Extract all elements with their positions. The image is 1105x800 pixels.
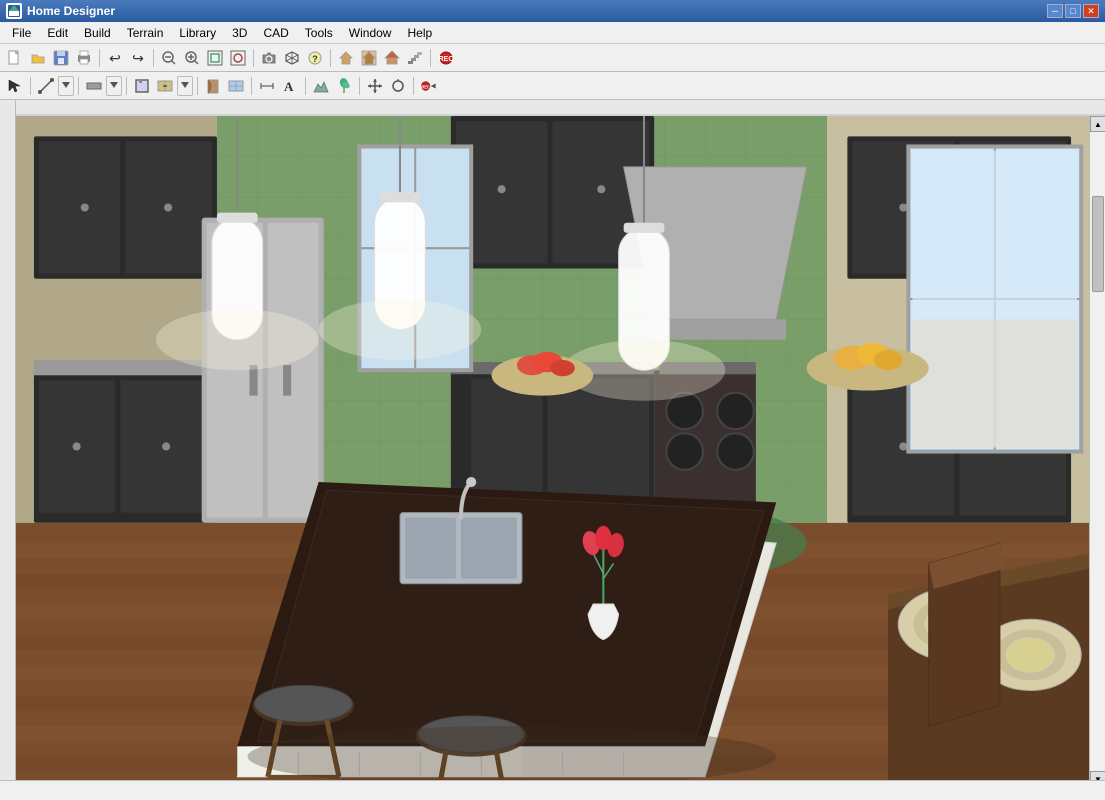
redo-button[interactable]: ↪ — [127, 47, 149, 69]
menu-edit[interactable]: Edit — [39, 24, 76, 42]
svg-text:?: ? — [312, 54, 318, 64]
canvas-section: // ruler ticks — [0, 100, 1105, 780]
menu-library[interactable]: Library — [171, 24, 224, 42]
menu-3d[interactable]: 3D — [224, 24, 255, 42]
sep1 — [99, 49, 100, 67]
3d-view-button[interactable] — [281, 47, 303, 69]
sep5 — [430, 49, 431, 67]
transform-button[interactable] — [387, 75, 409, 97]
menu-build[interactable]: Build — [76, 24, 119, 42]
new-button[interactable] — [4, 47, 26, 69]
scroll-up-button[interactable]: ▲ — [1090, 116, 1105, 132]
camera-button[interactable] — [258, 47, 280, 69]
ruler-vertical: // ruler ticks — [0, 100, 16, 780]
title-bar-left: Home Designer — [6, 3, 115, 19]
draw-line-dropdown[interactable] — [58, 76, 74, 96]
canvas-area[interactable] — [16, 116, 1089, 780]
menu-window[interactable]: Window — [341, 24, 400, 42]
sep10 — [251, 77, 252, 95]
text-button[interactable]: A — [279, 75, 301, 97]
roof-button[interactable] — [381, 47, 403, 69]
main-container: // ruler ticks — [0, 100, 1105, 800]
scroll-thumb-v[interactable] — [1092, 196, 1104, 292]
scrollbar-vertical[interactable]: ▲ ▼ — [1089, 116, 1105, 780]
close-button[interactable]: ✕ — [1083, 4, 1099, 18]
menu-bar: File Edit Build Terrain Library 3D CAD T… — [0, 22, 1105, 44]
house-button[interactable] — [335, 47, 357, 69]
undo-button[interactable]: ↩ — [104, 47, 126, 69]
sep12 — [359, 77, 360, 95]
kitchen-scene-svg — [16, 116, 1089, 780]
sep13 — [413, 77, 414, 95]
menu-tools[interactable]: Tools — [297, 24, 341, 42]
open-button[interactable] — [27, 47, 49, 69]
zoom-out-button[interactable] — [158, 47, 180, 69]
sep8 — [126, 77, 127, 95]
move-button[interactable] — [364, 75, 386, 97]
svg-text:REC: REC — [421, 84, 430, 89]
canvas-and-scrollbar: ▲ ▼ — [16, 116, 1105, 780]
wall-button[interactable] — [83, 75, 105, 97]
window-controls[interactable]: ─ □ ✕ — [1047, 4, 1099, 18]
cabinet-dropdown[interactable] — [177, 76, 193, 96]
window-tool-button[interactable] — [225, 75, 247, 97]
record-button[interactable]: REC — [435, 47, 457, 69]
cabinet-button[interactable] — [154, 75, 176, 97]
door-button[interactable] — [202, 75, 224, 97]
maximize-button[interactable]: □ — [1065, 4, 1081, 18]
minimize-button[interactable]: ─ — [1047, 4, 1063, 18]
menu-help[interactable]: Help — [399, 24, 440, 42]
print-button[interactable] — [73, 47, 95, 69]
sep9 — [197, 77, 198, 95]
menu-terrain[interactable]: Terrain — [119, 24, 172, 42]
sep3 — [253, 49, 254, 67]
room-button[interactable] — [131, 75, 153, 97]
sep4 — [330, 49, 331, 67]
canvas-column: ▲ ▼ ◄ ► — [16, 100, 1105, 780]
sep2 — [153, 49, 154, 67]
svg-text:REC: REC — [439, 56, 454, 63]
plant-button[interactable] — [333, 75, 355, 97]
floor-button[interactable] — [358, 47, 380, 69]
zoom-window-button[interactable] — [227, 47, 249, 69]
record2-button[interactable]: REC — [418, 75, 440, 97]
wall-dropdown[interactable] — [106, 76, 122, 96]
menu-cad[interactable]: CAD — [255, 24, 296, 42]
app-title: Home Designer — [27, 4, 115, 18]
sep6 — [30, 77, 31, 95]
help-button[interactable]: ? — [304, 47, 326, 69]
app-icon — [6, 3, 22, 19]
stairs-button[interactable] — [404, 47, 426, 69]
menu-file[interactable]: File — [4, 24, 39, 42]
dimension-button[interactable] — [256, 75, 278, 97]
toolbar-2: A REC — [0, 72, 1105, 100]
select-arrow-button[interactable] — [4, 75, 26, 97]
zoom-in-button[interactable] — [181, 47, 203, 69]
sep7 — [78, 77, 79, 95]
title-bar: Home Designer ─ □ ✕ — [0, 0, 1105, 22]
zoom-fit-button[interactable] — [204, 47, 226, 69]
svg-text:A: A — [284, 79, 294, 94]
save-button[interactable] — [50, 47, 72, 69]
draw-line-button[interactable] — [35, 75, 57, 97]
terrain-tool-button[interactable] — [310, 75, 332, 97]
scroll-down-button[interactable]: ▼ — [1090, 771, 1105, 780]
sep11 — [305, 77, 306, 95]
status-bar — [0, 780, 1105, 800]
toolbar-1: ↩ ↪ ? REC — [0, 44, 1105, 72]
ruler-horizontal — [16, 100, 1105, 116]
